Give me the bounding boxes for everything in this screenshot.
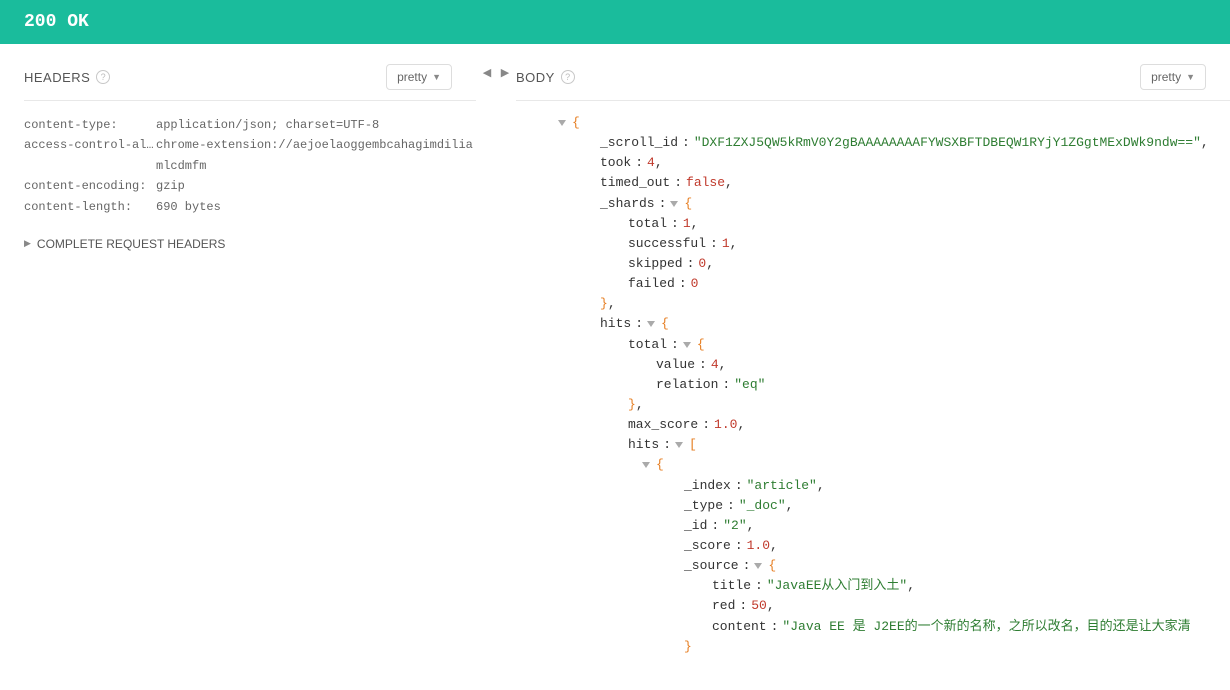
help-icon[interactable]: ? bbox=[561, 70, 575, 84]
json-toggle[interactable] bbox=[675, 442, 683, 448]
header-key: access-control-all… bbox=[24, 135, 156, 176]
json-toggle[interactable] bbox=[642, 462, 650, 468]
body-format-label: pretty bbox=[1151, 70, 1181, 84]
status-code: 200 bbox=[24, 12, 56, 32]
status-bar: 200 OK bbox=[0, 0, 1230, 44]
header-value: 690 bytes bbox=[156, 197, 476, 217]
header-row: content-length:690 bytes bbox=[24, 197, 476, 217]
caret-right-icon: ▶ bbox=[24, 238, 31, 249]
json-toggle[interactable] bbox=[754, 563, 762, 569]
header-key: content-encoding: bbox=[24, 176, 156, 196]
collapse-right-icon[interactable]: ▶ bbox=[499, 66, 511, 689]
json-body: { _scroll_id: "DXF1ZXJ5QW5kRmV0Y2gBAAAAA… bbox=[516, 101, 1230, 657]
headers-pane: HEADERS ? pretty ▼ content-type:applicat… bbox=[0, 44, 476, 689]
header-value: application/json; charset=UTF-8 bbox=[156, 115, 476, 135]
body-format-dropdown[interactable]: pretty ▼ bbox=[1140, 64, 1206, 90]
headers-format-dropdown[interactable]: pretty ▼ bbox=[386, 64, 452, 90]
complete-request-headers-toggle[interactable]: ▶ COMPLETE REQUEST HEADERS bbox=[24, 225, 476, 263]
pane-collapse-controls: ◀ ▶ bbox=[476, 44, 516, 689]
json-toggle[interactable] bbox=[683, 342, 691, 348]
headers-title: HEADERS bbox=[24, 70, 90, 85]
header-value: chrome-extension://aejoelaoggembcahagimd… bbox=[156, 135, 476, 176]
collapse-left-icon[interactable]: ◀ bbox=[481, 66, 493, 689]
body-pane: BODY ? pretty ▼ { _scroll_id: "DXF1ZXJ5Q… bbox=[516, 44, 1230, 689]
body-title: BODY bbox=[516, 70, 555, 85]
headers-format-label: pretty bbox=[397, 70, 427, 84]
header-key: content-type: bbox=[24, 115, 156, 135]
header-key: content-length: bbox=[24, 197, 156, 217]
headers-table: content-type:application/json; charset=U… bbox=[24, 101, 476, 225]
header-row: access-control-all…chrome-extension://ae… bbox=[24, 135, 476, 176]
json-toggle[interactable] bbox=[647, 321, 655, 327]
status-text: OK bbox=[67, 12, 89, 32]
chevron-down-icon: ▼ bbox=[432, 72, 441, 82]
complete-request-headers-label: COMPLETE REQUEST HEADERS bbox=[37, 237, 225, 251]
chevron-down-icon: ▼ bbox=[1186, 72, 1195, 82]
header-row: content-type:application/json; charset=U… bbox=[24, 115, 476, 135]
json-toggle[interactable] bbox=[670, 201, 678, 207]
header-row: content-encoding:gzip bbox=[24, 176, 476, 196]
help-icon[interactable]: ? bbox=[96, 70, 110, 84]
header-value: gzip bbox=[156, 176, 476, 196]
json-toggle[interactable] bbox=[558, 120, 566, 126]
